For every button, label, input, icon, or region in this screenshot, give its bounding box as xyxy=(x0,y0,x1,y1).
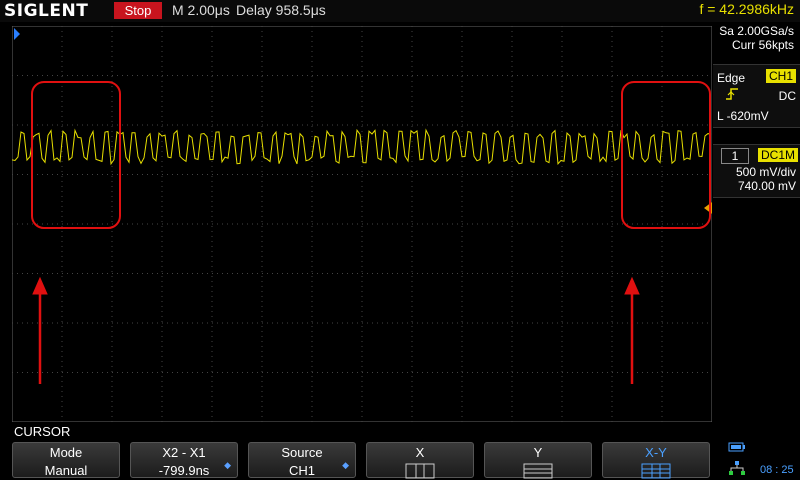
softkey-source-label: Source xyxy=(281,445,323,460)
channel-number: 1 xyxy=(721,148,749,164)
acquisition-info: Sa 2.00GSa/s Curr 56kpts xyxy=(719,24,794,52)
right-info-panel: Sa 2.00GSa/s Curr 56kpts Edge CH1 DC L -… xyxy=(713,22,800,422)
trigger-level: L -620mV xyxy=(717,109,769,123)
sample-rate: Sa 2.00GSa/s xyxy=(719,24,794,38)
menu-title: CURSOR xyxy=(14,424,71,439)
y-cursor-icon xyxy=(523,463,553,479)
trigger-source-badge: CH1 xyxy=(765,69,796,83)
softkey-y-label: Y xyxy=(533,445,543,460)
trigger-type: Edge xyxy=(717,71,746,85)
channel-coupling-badge: DC1M xyxy=(757,148,798,162)
run-state-badge[interactable]: Stop xyxy=(114,2,162,19)
channel-scale-info: 500 mV/div 740.00 mV xyxy=(736,165,796,193)
softkey-y[interactable]: Y xyxy=(484,442,592,479)
adjust-knob-icon: ◆ xyxy=(224,460,231,470)
battery-icon xyxy=(728,442,745,452)
softkey-x-y-label: X-Y xyxy=(645,445,667,460)
softkey-mode-label: Mode xyxy=(49,445,83,460)
vertical-scale: 500 mV/div xyxy=(735,165,796,179)
softkey-mode-value: Manual xyxy=(44,463,88,478)
softkey-mode[interactable]: Mode Manual xyxy=(12,442,120,478)
network-icon xyxy=(729,461,745,475)
top-status-bar: SIGLENT Stop M 2.00μs Delay 958.5μs f = … xyxy=(0,0,800,22)
x-y-cursor-icon xyxy=(641,463,671,479)
x-cursor-icon xyxy=(405,463,435,479)
waveform-display: 1 xyxy=(12,26,712,422)
delay-readout: Delay 958.5μs xyxy=(236,2,326,18)
trigger-coupling: DC xyxy=(778,89,796,103)
softkey-x-label: X xyxy=(415,445,425,460)
memory-depth: Curr 56kpts xyxy=(731,38,794,52)
softkey-x2-x1[interactable]: X2 - X1 -799.9ns ◆ xyxy=(130,442,238,478)
adjust-knob-icon: ◆ xyxy=(342,460,349,470)
trigger-panel[interactable]: Edge CH1 DC L -620mV xyxy=(713,64,800,128)
frequency-readout: f = 42.2986kHz xyxy=(699,1,794,17)
softkey-x-y[interactable]: X-Y xyxy=(602,442,710,479)
softkey-source[interactable]: Source CH1 ◆ xyxy=(248,442,356,478)
softkey-x[interactable]: X xyxy=(366,442,474,479)
softkey-x2-x1-value: -799.9ns xyxy=(158,463,210,478)
channel-1-panel[interactable]: 1 DC1M 500 mV/div 740.00 mV xyxy=(713,144,800,198)
clock: 08 : 25 xyxy=(760,464,794,476)
vertical-offset: 740.00 mV xyxy=(737,179,796,193)
rising-edge-icon xyxy=(725,87,739,104)
softkey-x2-x1-label: X2 - X1 xyxy=(162,445,206,460)
timebase-readout: M 2.00μs xyxy=(172,2,230,18)
softkey-source-value: CH1 xyxy=(288,463,315,478)
brand-logo: SIGLENT xyxy=(4,1,89,21)
